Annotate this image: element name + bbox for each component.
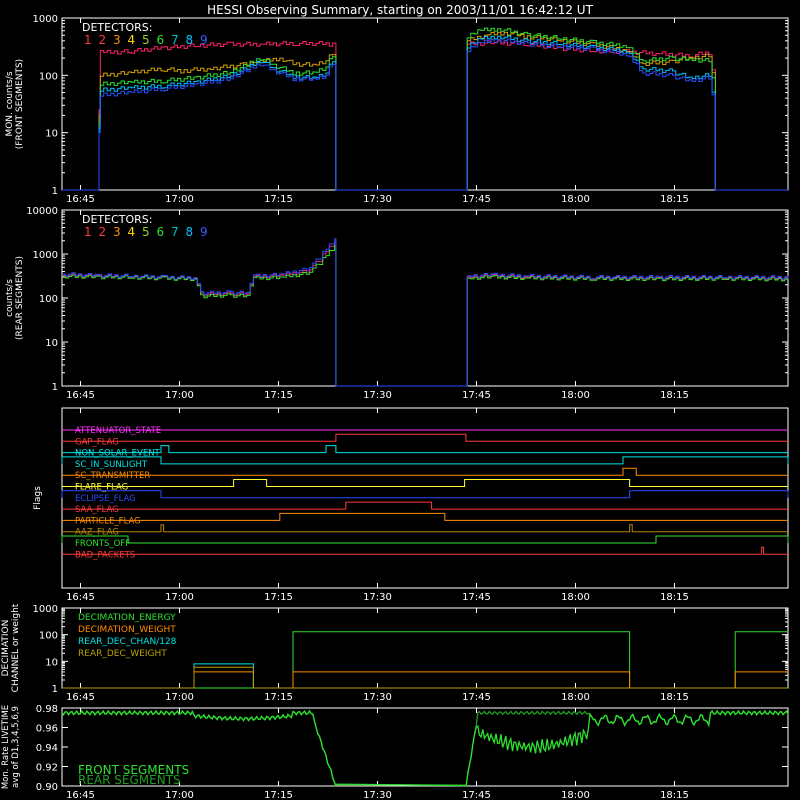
- figure-title: HESSI Observing Summary, starting on 200…: [207, 3, 593, 17]
- flags-panel-xtick-label: 18:15: [660, 592, 689, 603]
- front-panel-detector-7: 7: [171, 33, 179, 47]
- rear-panel-detector-8: 8: [186, 225, 194, 239]
- flag-label-sc_transmitter: SC_TRANSMITTER: [75, 471, 150, 481]
- front-panel-ytick-label: 1000: [33, 14, 58, 25]
- front-panel-xtick-label: 17:00: [165, 194, 194, 205]
- rear-panel-detector-7: 7: [171, 225, 179, 239]
- decimation-legend-rear_dec_chan/128: REAR_DEC_CHAN/128: [78, 637, 177, 647]
- rear-panel-ylabel-line: counts/s: [5, 279, 15, 317]
- flags-panel-xtick-label: 16:45: [66, 592, 95, 603]
- rear-panel-ytick-label: 100: [39, 294, 58, 305]
- front-panel-ytick-label: 10: [45, 129, 58, 140]
- rear-panel-detector-3: 3: [113, 225, 121, 239]
- decimation-ylabel-line: CHANNEL or weight: [11, 603, 21, 692]
- flag-label-eclipse_flag: ECLIPSE_FLAG: [75, 494, 136, 504]
- livetime-panel-xtick-label: 18:00: [561, 790, 590, 800]
- livetime-panel-xtick-label: 17:30: [363, 790, 392, 800]
- decimation-panel-xtick-label: 17:30: [363, 692, 392, 703]
- flag-label-attenuator_state: ATTENUATOR_STATE: [75, 426, 161, 436]
- livetime-legend-rear-segments: REAR SEGMENTS: [78, 773, 181, 787]
- front-panel-ytick-label: 100: [39, 71, 58, 82]
- decimation-ylabel-line: DECIMATION: [1, 620, 11, 677]
- front-panel-xtick-label: 17:45: [462, 194, 491, 205]
- livetime-panel-xtick-label: 17:45: [462, 790, 491, 800]
- livetime-panel-ytick-label: 0.98: [36, 704, 58, 715]
- flag-label-fronts_off: FRONTS_OFF: [75, 539, 130, 549]
- rear-panel-detector-4: 4: [128, 225, 136, 239]
- rear-panel-xtick-label: 17:15: [264, 390, 293, 401]
- flag-label-saa_flag: SAA_FLAG: [75, 505, 119, 515]
- rear-panel-detector-9: 9: [200, 225, 208, 239]
- decimation-panel-xtick-label: 18:00: [561, 692, 590, 703]
- front-panel-xtick-label: 18:15: [660, 194, 689, 205]
- decimation-legend-decimation_weight: DECIMATION_WEIGHT: [78, 625, 176, 635]
- decimation-panel-ytick-label: 10: [45, 657, 58, 668]
- flags-panel-xtick-label: 17:15: [264, 592, 293, 603]
- flag-label-particle_flag: PARTICLE_FLAG: [75, 516, 141, 526]
- livetime-panel-ylabel: Mon. Rate LIVETIMEavg of D1,3,4,5,6,9: [1, 705, 21, 789]
- livetime-panel-ytick-label: 0.94: [36, 743, 58, 754]
- front-panel-detector-4: 4: [128, 33, 136, 47]
- decimation-panel-ytick-label: 100: [39, 631, 58, 642]
- rear-panel-detector-2: 2: [99, 225, 107, 239]
- flag-label-gap_flag: GAP_FLAG: [75, 437, 119, 447]
- rear-panel-xtick-label: 17:30: [363, 390, 392, 401]
- flag-label-sc_in_sunlight: SC_IN_SUNLIGHT: [75, 460, 148, 470]
- decimation-legend-decimation_energy: DECIMATION_ENERGY: [78, 613, 176, 623]
- rear-panel-detector-6: 6: [157, 225, 165, 239]
- flags-panel-xtick-label: 18:00: [561, 592, 590, 603]
- front-panel-detector-9: 9: [200, 33, 208, 47]
- front-panel-detector-6: 6: [157, 33, 165, 47]
- livetime-panel-xtick-label: 18:15: [660, 790, 689, 800]
- livetime-panel-ytick-label: 0.96: [36, 724, 58, 735]
- rear-panel-xtick-label: 17:00: [165, 390, 194, 401]
- livetime-panel-xtick-label: 17:15: [264, 790, 293, 800]
- front-panel-xtick-label: 16:45: [66, 194, 95, 205]
- flags-panel-xtick-label: 17:00: [165, 592, 194, 603]
- front-panel-ylabel-line: MON. counts/s: [5, 71, 15, 136]
- front-panel-ylabel: MON. counts/s(FRONT SEGMENTS): [5, 59, 25, 149]
- front-panel-detector-5: 5: [142, 33, 150, 47]
- front-panel-detector-8: 8: [186, 33, 194, 47]
- rear-panel-xtick-label: 18:15: [660, 390, 689, 401]
- decimation-panel-xtick-label: 17:15: [264, 692, 293, 703]
- front-panel-ytick-label: 1: [52, 186, 58, 197]
- front-panel-ylabel-line: (FRONT SEGMENTS): [15, 59, 25, 149]
- livetime-ylabel-line: Mon. Rate LIVETIME: [1, 705, 11, 789]
- rear-panel-xtick-label: 17:45: [462, 390, 491, 401]
- decimation-legend-rear_dec_weight: REAR_DEC_WEIGHT: [78, 649, 167, 659]
- rear-panel-detector-5: 5: [142, 225, 150, 239]
- decimation-panel-xtick-label: 17:45: [462, 692, 491, 703]
- livetime-ylabel-line: avg of D1,3,4,5,6,9: [11, 706, 21, 788]
- rear-panel-ytick-label: 10000: [26, 206, 58, 217]
- rear-panel-ytick-label: 1000: [33, 250, 58, 261]
- livetime-panel-ytick-label: 0.92: [36, 763, 58, 774]
- flags-panel-xtick-label: 17:30: [363, 592, 392, 603]
- front-panel-detector-2: 2: [99, 33, 107, 47]
- rear-panel-xtick-label: 18:00: [561, 390, 590, 401]
- flags-panel-ylabel: Flags: [33, 486, 43, 510]
- rear-panel-ytick-label: 1: [52, 382, 58, 393]
- rear-panel-ytick-label: 10: [45, 338, 58, 349]
- livetime-panel-ytick-label: 0.90: [36, 782, 58, 793]
- front-panel-xtick-label: 17:30: [363, 194, 392, 205]
- decimation-panel-ytick-label: 1000: [33, 604, 58, 615]
- front-panel-xtick-label: 18:00: [561, 194, 590, 205]
- decimation-panel-ytick-label: 1: [52, 684, 58, 695]
- decimation-panel-xtick-label: 18:15: [660, 692, 689, 703]
- flag-label-bad_packets: BAD_PACKETS: [75, 550, 135, 560]
- front-panel-detector-3: 3: [113, 33, 121, 47]
- decimation-panel-xtick-label: 16:45: [66, 692, 95, 703]
- flags-panel-xtick-label: 17:45: [462, 592, 491, 603]
- rear-panel-xtick-label: 16:45: [66, 390, 95, 401]
- livetime-panel-xtick-label: 16:45: [66, 790, 95, 800]
- observing-summary-figure: HESSI Observing Summary, starting on 200…: [0, 0, 800, 800]
- front-panel-xtick-label: 17:15: [264, 194, 293, 205]
- rear-panel-detector-1: 1: [84, 225, 92, 239]
- livetime-panel-xtick-label: 17:00: [165, 790, 194, 800]
- front-panel-detector-1: 1: [84, 33, 92, 47]
- decimation-panel-xtick-label: 17:00: [165, 692, 194, 703]
- rear-panel-ylabel-line: (REAR SEGMENTS): [15, 256, 25, 340]
